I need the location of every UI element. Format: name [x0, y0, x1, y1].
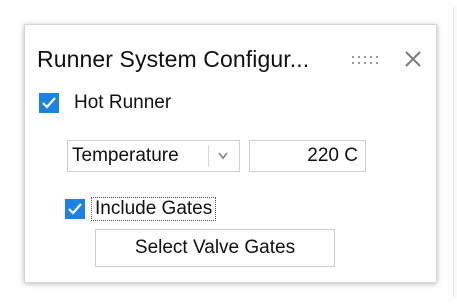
chevron-down-icon[interactable] [216, 150, 230, 162]
select-divider [208, 145, 209, 167]
close-icon [405, 51, 421, 67]
hot-runner-checkbox[interactable]: Hot Runner [39, 92, 171, 114]
select-valve-gates-button[interactable]: Select Valve Gates [95, 229, 335, 267]
include-gates-checkbox[interactable]: Include Gates [65, 197, 217, 221]
background-window-edge [453, 7, 457, 297]
temperature-select[interactable]: Temperature [67, 140, 240, 172]
temperature-value-input[interactable]: 220 C [249, 140, 366, 172]
hot-runner-checkbox-box[interactable] [39, 93, 59, 113]
close-button[interactable] [401, 46, 425, 72]
include-gates-checkbox-box[interactable] [65, 199, 85, 219]
checkmark-icon [42, 97, 56, 109]
include-gates-label: Include Gates [91, 197, 217, 221]
checkmark-icon [68, 203, 82, 215]
hot-runner-label: Hot Runner [74, 92, 172, 113]
drag-grip-icon[interactable] [352, 56, 392, 64]
runner-system-configuration-panel: Runner System Configur... Hot Runner Tem… [24, 24, 437, 283]
panel-title: Runner System Configur... [37, 46, 310, 72]
temperature-select-value: Temperature [72, 145, 179, 166]
temperature-value: 220 C [307, 145, 358, 166]
panel-header: Runner System Configur... [37, 45, 427, 73]
